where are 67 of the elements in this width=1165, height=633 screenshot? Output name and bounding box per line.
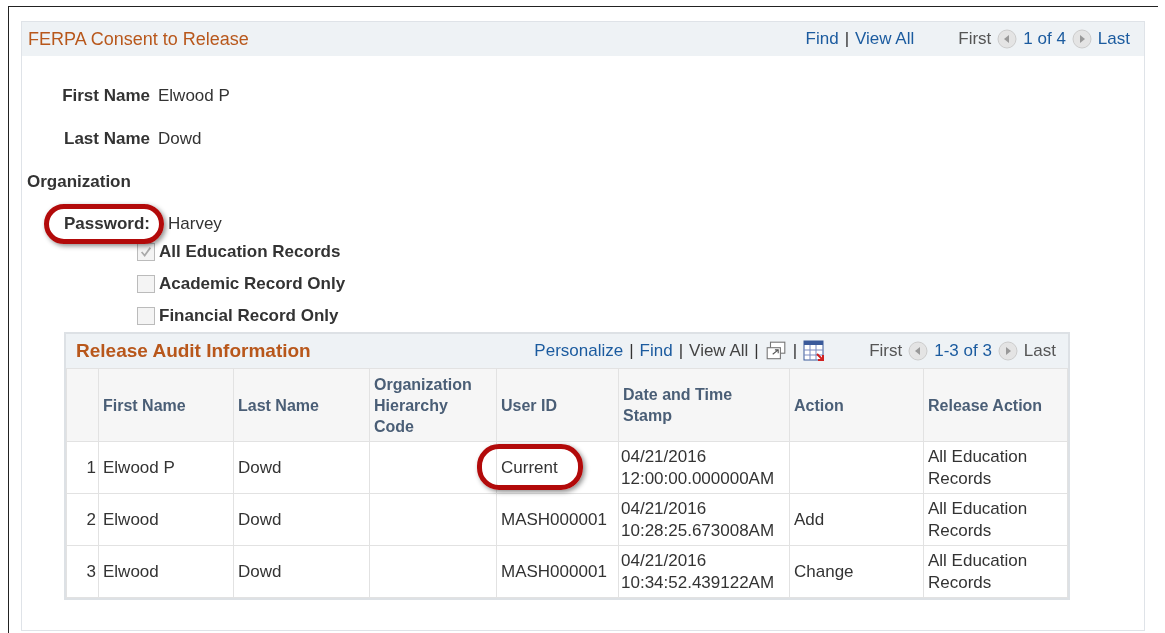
table-cell: Elwood [98,493,234,546]
next-icon[interactable] [1071,29,1092,49]
field-label: Password: [63,214,150,234]
previous-icon[interactable] [908,341,929,361]
field-label: Last Name [63,129,150,149]
checkbox-label: Academic Record Only [159,274,346,294]
time-text: 12:00:00.000000AM [621,467,776,490]
row-number: 2 [66,493,99,546]
spreadsheet-icon[interactable] [803,340,826,362]
date-text: 04/21/2016 [621,445,708,468]
field-value: Elwood P [158,86,230,106]
date-text: 04/21/2016 [621,549,708,572]
separator: | [844,29,850,49]
column-header: Date and Time Stamp [618,368,790,442]
link[interactable]: Find [639,341,673,361]
time-text: 10:28:25.673008AM [621,519,776,542]
page-count: 1 of 4 [1023,29,1066,49]
time-text: 10:34:52.439122AM [621,571,776,594]
field-value: Dowd [158,129,202,149]
grid-title: Release Audit Information [76,340,311,362]
link[interactable]: View All [855,29,915,49]
table-cell: MASH000001 [496,545,619,598]
column-header: Last Name [233,368,370,442]
column-header: Release Action [923,368,1068,442]
link[interactable]: View All [689,341,749,361]
table-cell: Add [789,493,924,546]
column-header: Action [789,368,924,442]
table-cell: All Education Records [923,441,1068,494]
checkbox[interactable] [137,243,155,261]
separator: | [754,341,759,361]
field-label: First Name [61,86,150,106]
link[interactable]: Find [805,29,839,49]
panel-title: FERPA Consent to Release [28,28,249,50]
table-cell: Elwood P [98,441,234,494]
last-link[interactable]: Last [1097,29,1130,49]
table-cell: All Education Records [923,545,1068,598]
table-cell: Dowd [233,545,370,598]
checkmark-icon [139,245,153,259]
table-cell: MASH000001 [496,493,619,546]
next-icon[interactable] [997,341,1018,361]
table-cell: Dowd [233,441,370,494]
first-label: First [958,29,992,49]
field-value: Harvey [168,214,222,234]
checkbox[interactable] [137,307,155,325]
table-cell: Elwood [98,545,234,598]
last-label: Last [1023,341,1056,361]
column-header: First Name [98,368,234,442]
row-number: 1 [66,441,99,494]
separator: | [678,341,684,361]
row-count: 1-3 of 3 [934,341,992,361]
first-label: First [869,341,903,361]
checkbox-label: All Education Records [159,242,341,262]
checkbox[interactable] [137,275,155,293]
checkbox-label: Financial Record Only [159,306,339,326]
row-number: 3 [66,545,99,598]
link[interactable]: Personalize [534,341,624,361]
new-window-icon[interactable] [764,340,787,362]
column-header: User ID [496,368,619,442]
previous-icon[interactable] [997,29,1018,49]
date-text: 04/21/2016 [621,497,708,520]
table-cell: All Education Records [923,493,1068,546]
separator: | [629,341,634,361]
table-cell: Change [789,545,924,598]
column-header: Organization Hierarchy Code [369,368,497,442]
separator: | [792,341,798,361]
section-label: Organization [26,172,132,193]
table-cell: Dowd [233,493,370,546]
